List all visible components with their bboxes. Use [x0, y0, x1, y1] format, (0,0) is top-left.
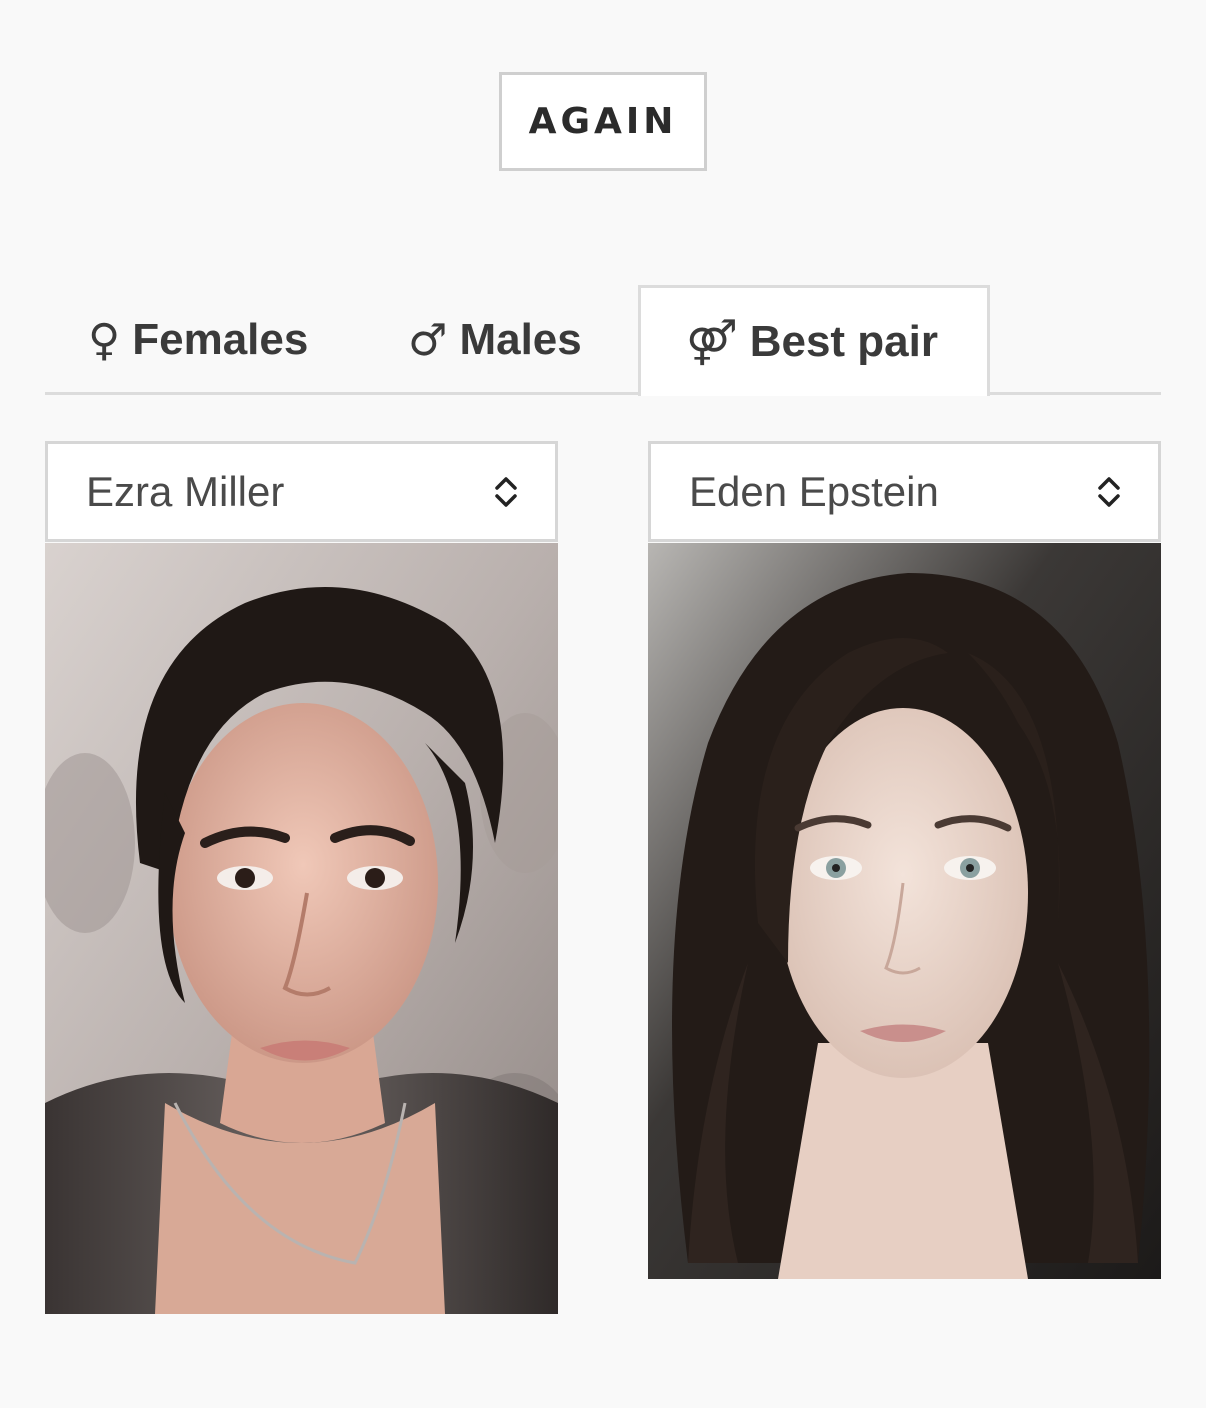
- left-person-photo: [45, 543, 558, 1314]
- pair-icon: ⚤: [686, 316, 738, 368]
- right-person-value: Eden Epstein: [689, 467, 939, 515]
- male-icon: ♂: [408, 314, 448, 366]
- tab-best-pair[interactable]: ⚤ Best pair: [638, 285, 990, 396]
- tab-females-label: Females: [132, 315, 309, 364]
- right-person-select[interactable]: Eden Epstein: [648, 441, 1161, 542]
- tab-females[interactable]: ♀ Females: [88, 285, 308, 395]
- again-button[interactable]: AGAIN: [499, 72, 707, 171]
- tab-best-pair-label: Best pair: [749, 317, 938, 366]
- left-person-select[interactable]: Ezra Miller: [45, 441, 558, 542]
- chevron-updown-icon: [1098, 476, 1120, 507]
- tab-males-label: Males: [459, 315, 582, 364]
- chevron-updown-icon: [495, 476, 517, 507]
- female-icon: ♀: [88, 314, 121, 366]
- tab-males[interactable]: ♂ Males: [408, 285, 582, 395]
- left-person-value: Ezra Miller: [86, 467, 285, 515]
- right-person-photo: [648, 543, 1161, 1279]
